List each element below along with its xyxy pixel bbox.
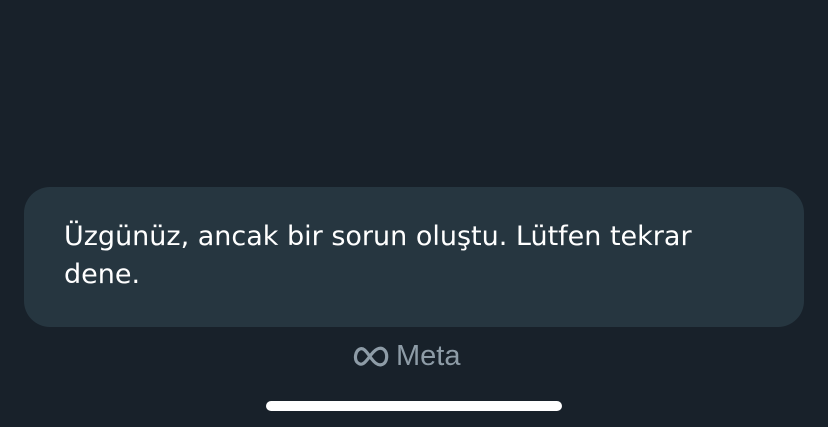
error-toast: Üzgünüz, ancak bir sorun oluştu. Lütfen …: [24, 187, 804, 327]
meta-brand-text: Meta: [396, 340, 461, 372]
meta-infinity-icon: [353, 346, 389, 367]
error-message: Üzgünüz, ancak bir sorun oluştu. Lütfen …: [64, 221, 692, 290]
home-indicator[interactable]: [266, 401, 562, 411]
error-screen: Üzgünüz, ancak bir sorun oluştu. Lütfen …: [0, 0, 828, 427]
meta-branding: Meta: [353, 338, 460, 374]
